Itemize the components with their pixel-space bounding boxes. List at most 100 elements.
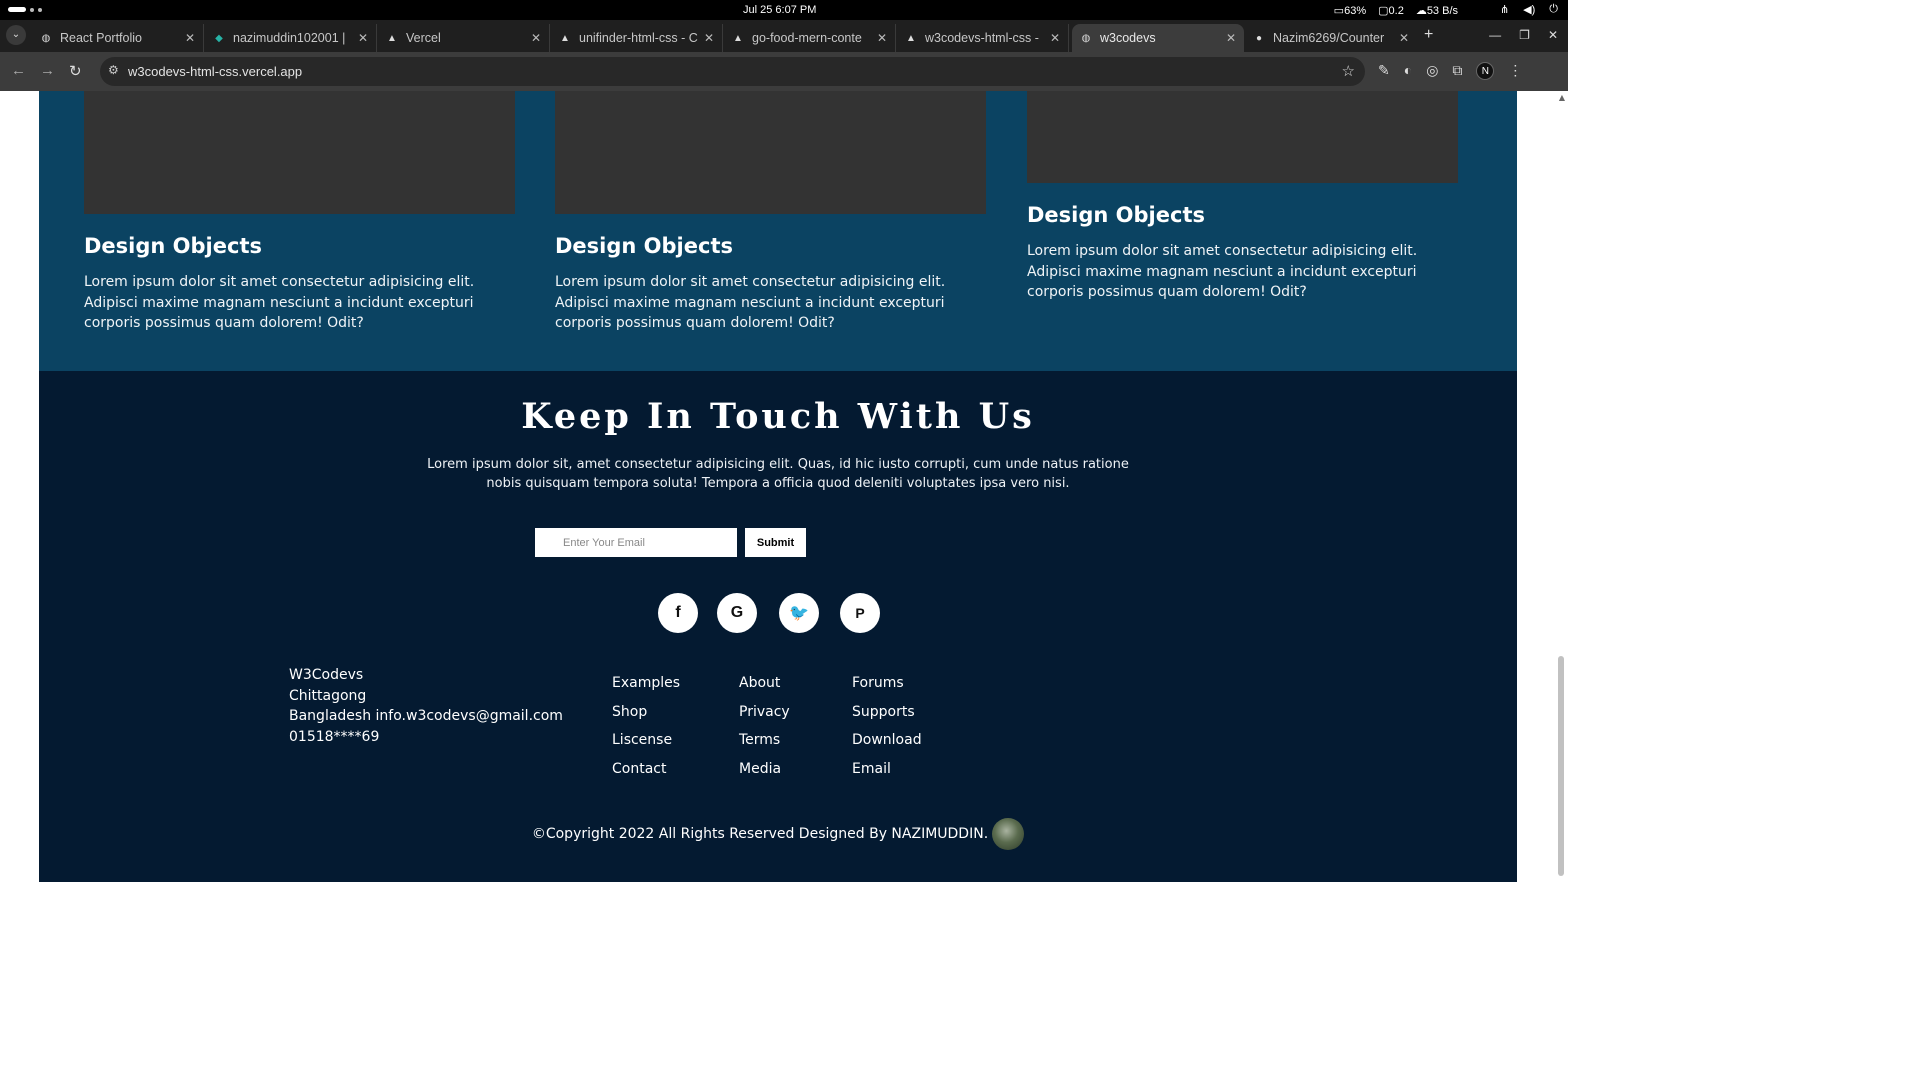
kebab-menu-icon[interactable]: ⋮ [1508,62,1522,80]
tab-title: Vercel [406,31,441,45]
tab-go-food[interactable]: ▲ go-food-mern-conte ✕ [724,24,896,52]
tab-search-button[interactable]: ⌄ [6,25,26,45]
os-top-bar: Jul 25 6:07 PM ▭63% ▢0.2 ☁53 B/s ⋔ ◀) ⏻ [0,0,1568,20]
browser-tab-strip: ⌄ ◍ React Portfolio ✕ ◆ nazimuddin102001… [0,20,1568,52]
footer-link-media[interactable]: Media [739,759,790,788]
puzzle-icon[interactable]: ⧉ [1452,62,1462,80]
footer-links-column: Forums Supports Download Email [852,673,922,787]
card-title: Design Objects [84,234,262,258]
diamond-icon: ◆ [215,32,223,44]
system-tray[interactable]: ⋔ ◀) ⏻ [1500,3,1558,16]
network-indicator: ☁53 B/s [1415,5,1458,17]
footer-link-forums[interactable]: Forums [852,673,922,702]
close-icon[interactable]: ✕ [702,31,716,45]
tab-title: w3codevs-html-css - [925,31,1039,45]
submit-button[interactable]: Submit [745,528,806,557]
feature-card: Design Objects Lorem ipsum dolor sit ame… [84,91,515,334]
footer-title: Keep In Touch With Us [521,396,1035,437]
close-icon[interactable]: ✕ [875,31,889,45]
footer-link-email[interactable]: Email [852,759,922,788]
tab-title: w3codevs [1100,31,1156,45]
close-icon[interactable]: ✕ [1224,31,1238,45]
eyedropper-icon[interactable]: ✎ [1378,62,1390,80]
reload-icon[interactable]: ↻ [69,62,82,80]
scroll-thumb[interactable] [1558,656,1564,876]
footer-link-contact[interactable]: Contact [612,759,680,788]
workspace-indicator[interactable] [8,7,42,12]
close-icon[interactable]: ✕ [356,31,370,45]
close-window-icon[interactable]: ✕ [1548,28,1558,42]
email-input[interactable] [535,528,737,557]
footer-link-examples[interactable]: Examples [612,673,680,702]
tab-title: unifinder-html-css - C [579,31,698,45]
facebook-icon[interactable]: f [658,593,698,633]
address-line: Chittagong [289,687,367,704]
tab-title: go-food-mern-conte [752,31,862,45]
footer-link-privacy[interactable]: Privacy [739,702,790,731]
globe-icon: ◍ [1081,32,1091,44]
footer-link-license[interactable]: Liscense [612,730,680,759]
close-icon[interactable]: ✕ [1048,31,1062,45]
features-section: Design Objects Lorem ipsum dolor sit ame… [39,91,1517,371]
laptop-typing-image [84,91,515,214]
twitter-icon[interactable]: 🐦 [779,593,819,633]
tab-nazimuddin[interactable]: ◆ nazimuddin102001 | ✕ [205,24,377,52]
close-icon[interactable]: ✕ [529,31,543,45]
github-icon: ● [1255,32,1263,44]
tab-w3codevs-repo[interactable]: ▲ w3codevs-html-css - ✕ [897,24,1069,52]
tab-github-counter[interactable]: ● Nazim6269/Counter ✕ [1245,24,1417,52]
os-clock[interactable]: Jul 25 6:07 PM [743,4,816,16]
target-icon[interactable]: ◎ [1426,62,1438,80]
address-bar[interactable]: ⚙ w3codevs-html-css.vercel.app ☆ [100,57,1365,86]
tab-react-portfolio[interactable]: ◍ React Portfolio ✕ [32,24,204,52]
back-icon[interactable]: ← [11,62,26,79]
desk-top-view-image [1027,91,1458,183]
card-text: Lorem ipsum dolor sit amet consectetur a… [84,274,475,331]
extensions-area: ✎ ◐ ◎ ⧉ N ⋮ [1378,62,1522,80]
tab-unifinder[interactable]: ▲ unifinder-html-css - C ✕ [551,24,723,52]
os-status-indicators: ▭63% ▢0.2 ☁53 B/s [1334,4,1458,17]
close-icon[interactable]: ✕ [183,31,197,45]
url-text[interactable]: w3codevs-html-css.vercel.app [128,64,302,79]
copyright-bar: ©Copyright 2022 All Rights Reserved Desi… [39,818,1517,850]
address-line: 01518****69 [289,728,380,745]
triangle-icon: ▲ [560,32,570,44]
footer-link-shop[interactable]: Shop [612,702,680,731]
tab-vercel[interactable]: ▲ Vercel ✕ [378,24,550,52]
feature-card: Design Objects Lorem ipsum dolor sit ame… [555,91,986,334]
close-icon[interactable]: ✕ [1397,31,1411,45]
restore-icon[interactable]: ❐ [1519,28,1530,42]
card-title: Design Objects [555,234,733,258]
volume-icon[interactable]: ◀) [1523,3,1535,16]
footer-description: Lorem ipsum dolor sit, amet consectetur … [427,457,1129,491]
bookmark-star-icon[interactable]: ☆ [1342,62,1355,80]
tab-title: React Portfolio [60,31,142,45]
site-info-icon[interactable]: ⚙ [108,63,119,77]
contact-footer: Keep In Touch With Us Lorem ipsum dolor … [39,371,1517,882]
profile-avatar[interactable]: N [1476,62,1495,80]
triangle-icon: ▲ [387,32,397,44]
footer-link-download[interactable]: Download [852,730,922,759]
cpu-indicator: ▢0.2 [1378,5,1404,17]
page-viewport: Design Objects Lorem ipsum dolor sit ame… [0,91,1568,882]
footer-links-column: Examples Shop Liscense Contact [612,673,680,787]
new-tab-button[interactable]: + [1424,26,1433,44]
dark-mode-icon[interactable]: ◐ [1404,62,1412,80]
author-avatar [992,818,1025,850]
forward-icon[interactable]: → [40,62,55,79]
laptop-desk-image [555,91,986,214]
scroll-up-arrow-icon[interactable]: ▲ [1559,93,1565,102]
google-icon[interactable]: G [717,593,757,633]
power-icon[interactable]: ⏻ [1549,3,1558,16]
page-scrollbar[interactable]: ▲ [1554,91,1568,882]
tab-w3codevs[interactable]: ◍ w3codevs ✕ [1072,24,1244,52]
window-controls: — ❐ ✕ [1489,28,1558,42]
network-icon[interactable]: ⋔ [1500,3,1509,16]
minimize-icon[interactable]: — [1489,28,1501,42]
pinterest-icon[interactable]: P [840,593,880,633]
battery-indicator: ▭63% [1333,5,1367,17]
footer-link-terms[interactable]: Terms [739,730,790,759]
footer-link-about[interactable]: About [739,673,790,702]
globe-icon: ◍ [41,32,51,44]
footer-link-supports[interactable]: Supports [852,702,922,731]
